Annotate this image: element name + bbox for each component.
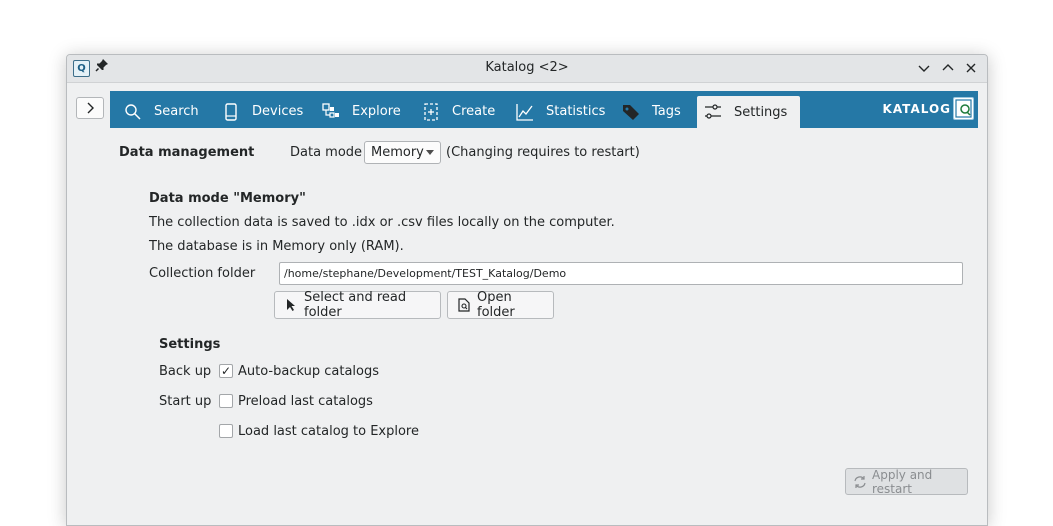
startup-label: Start up	[159, 394, 212, 409]
load-explore-label[interactable]: Load last catalog to Explore	[238, 424, 419, 439]
search-icon	[124, 103, 142, 121]
memory-description-line1: The collection data is saved to .idx or …	[149, 215, 615, 230]
open-folder-label: Open folder	[477, 290, 515, 320]
memory-description-line2: The database is in Memory only (RAM).	[149, 239, 404, 254]
statistics-icon	[516, 103, 534, 121]
tab-label: Statistics	[546, 104, 606, 119]
window-title: Katalog <2>	[485, 60, 569, 75]
main-tab-bar: Search Devices Explore Create Statistics…	[110, 91, 978, 128]
create-icon	[422, 102, 440, 121]
close-button[interactable]	[962, 59, 980, 77]
tag-icon	[622, 103, 640, 121]
minimize-button[interactable]	[915, 59, 933, 77]
open-folder-button[interactable]: Open folder	[447, 290, 554, 320]
tab-label: Settings	[734, 104, 788, 120]
chevron-down-icon	[426, 150, 434, 155]
data-mode-value: Memory	[371, 145, 424, 160]
backup-label: Back up	[159, 364, 212, 379]
tab-settings[interactable]: Settings	[697, 96, 800, 128]
tab-label: Create	[452, 104, 496, 119]
apply-restart-label: Apply and restart	[872, 467, 933, 496]
title-bar: Q Katalog <2>	[67, 55, 987, 83]
select-read-folder-label: Select and read folder	[304, 290, 407, 320]
tab-explore[interactable]: Explore	[322, 96, 412, 127]
tab-statistics[interactable]: Statistics	[516, 96, 606, 127]
tab-label: Explore	[352, 104, 401, 119]
preload-catalogs-checkbox[interactable]	[219, 394, 233, 408]
data-management-heading: Data management	[119, 145, 255, 160]
data-mode-note: (Changing requires to restart)	[446, 145, 640, 160]
preload-catalogs-label[interactable]: Preload last catalogs	[238, 394, 373, 409]
settings-sliders-icon	[704, 103, 722, 121]
data-mode-label: Data mode	[290, 145, 363, 160]
tab-devices[interactable]: Devices	[222, 96, 312, 127]
explore-icon	[322, 102, 340, 121]
tab-label: Tags	[652, 104, 681, 119]
brand-wordmark: KATALOG	[882, 102, 951, 116]
memory-mode-heading: Data mode "Memory"	[149, 191, 306, 206]
auto-backup-label[interactable]: Auto-backup catalogs	[238, 364, 379, 379]
auto-backup-checkbox[interactable]: ✓	[219, 364, 233, 378]
data-mode-select[interactable]: Memory	[364, 141, 441, 164]
tab-search[interactable]: Search	[124, 96, 219, 127]
chevron-right-icon	[87, 102, 94, 114]
collection-folder-label: Collection folder	[149, 266, 256, 281]
select-read-folder-button[interactable]: Select and read folder	[274, 290, 441, 320]
tab-create[interactable]: Create	[422, 96, 512, 127]
brand-logo-icon	[953, 97, 974, 120]
refresh-icon	[853, 475, 867, 489]
tab-tags[interactable]: Tags	[622, 96, 697, 127]
app-window: Q Katalog <2> Search Devices Explore Cre…	[66, 54, 988, 526]
collection-folder-input[interactable]	[279, 262, 963, 285]
tab-label: Search	[154, 104, 199, 119]
settings-heading: Settings	[159, 337, 221, 352]
device-icon	[222, 102, 240, 121]
maximize-button[interactable]	[939, 59, 957, 77]
open-document-icon	[457, 298, 471, 312]
apply-restart-button[interactable]: Apply and restart	[845, 467, 968, 496]
tab-label: Devices	[252, 104, 304, 119]
expand-panel-button[interactable]	[76, 97, 104, 119]
load-explore-checkbox[interactable]	[219, 424, 233, 438]
cursor-arrow-icon	[284, 298, 298, 312]
